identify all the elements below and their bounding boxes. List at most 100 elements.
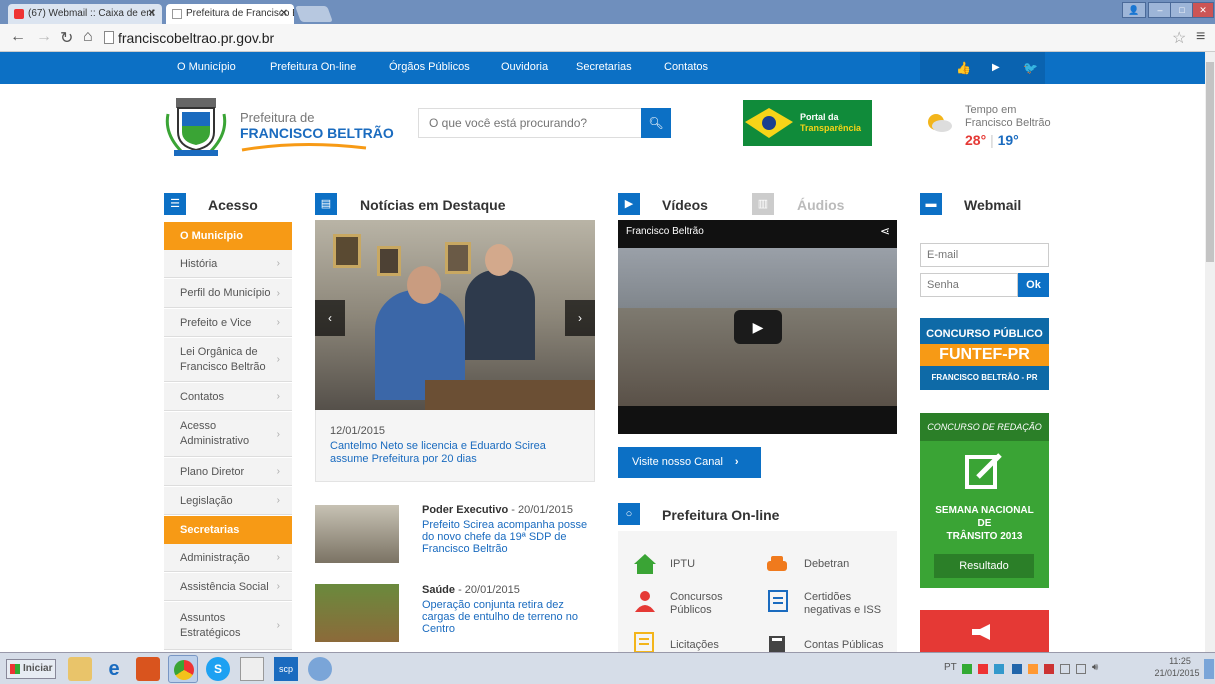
- chrome-taskbar-button[interactable]: [168, 655, 198, 683]
- close-tab-icon[interactable]: ✕: [280, 4, 288, 24]
- nav-o-municipio[interactable]: O Município: [177, 61, 236, 73]
- mail-favicon-icon: [14, 9, 24, 19]
- menu-item[interactable]: Lei Orgânica de Francisco Beltrão ›: [164, 338, 292, 382]
- featured-headline-link[interactable]: Cantelmo Neto se licencia e Eduardo Scir…: [330, 440, 570, 466]
- close-window-button[interactable]: ✕: [1192, 2, 1214, 18]
- nav-prefeitura-online[interactable]: Prefeitura On-line: [270, 61, 356, 73]
- back-icon[interactable]: ←: [10, 28, 26, 46]
- menu-item[interactable]: Perfil do Município ›: [164, 279, 292, 308]
- notes-icon[interactable]: [634, 632, 656, 654]
- start-button[interactable]: Iniciar: [6, 659, 56, 679]
- browser-tab-prefeitura[interactable]: Prefeitura de Francisco Beltr ✕: [166, 4, 294, 24]
- nav-ouvidoria[interactable]: Ouvidoria: [501, 61, 548, 73]
- email-field[interactable]: [920, 243, 1049, 267]
- app-icon[interactable]: [308, 657, 332, 681]
- new-tab-button[interactable]: [295, 6, 333, 22]
- audio-icon: ▥: [752, 193, 774, 215]
- clock-time[interactable]: 11:25: [1160, 656, 1200, 666]
- service-certidoes[interactable]: Certidões negativas e ISS: [804, 591, 884, 617]
- video-play-button[interactable]: ▶: [734, 310, 782, 344]
- news-thumbnail[interactable]: [315, 584, 399, 642]
- home-icon[interactable]: [634, 553, 656, 575]
- clock-date[interactable]: 21/01/2015: [1153, 668, 1201, 678]
- twitter-icon[interactable]: 🐦: [1023, 61, 1038, 75]
- menu-item[interactable]: Administração ›: [164, 544, 292, 572]
- scrollbar-thumb[interactable]: [1206, 62, 1214, 262]
- scp-app-icon[interactable]: scp: [274, 657, 298, 681]
- menu-item[interactable]: Plano Diretor ›: [164, 458, 292, 486]
- search-icon: 🔍︎: [648, 116, 664, 130]
- news-item-link[interactable]: Prefeito Scirea acompanha posse do novo …: [422, 519, 592, 555]
- service-debetran[interactable]: Debetran: [804, 558, 849, 571]
- service-licitacoes[interactable]: Licitações: [670, 639, 719, 652]
- maximize-button[interactable]: □: [1170, 2, 1194, 18]
- menu-item[interactable]: Assistência Social ›: [164, 573, 292, 601]
- chevron-right-icon: ›: [276, 581, 280, 592]
- reload-icon[interactable]: ↻: [60, 28, 73, 48]
- service-contas[interactable]: Contas Públicas: [804, 639, 884, 652]
- page-scrollbar[interactable]: [1205, 52, 1215, 652]
- internet-explorer-icon[interactable]: e: [102, 657, 126, 681]
- minimize-button[interactable]: –: [1148, 2, 1172, 18]
- service-concursos[interactable]: Concursos Públicos: [670, 591, 740, 617]
- chevron-right-icon: ›: [276, 552, 280, 563]
- visit-channel-button[interactable]: Visite nosso Canal ›: [618, 447, 761, 478]
- news-item-link[interactable]: Operação conjunta retira dez cargas de e…: [422, 599, 592, 635]
- menu-item[interactable]: Contatos ›: [164, 383, 292, 411]
- acesso-title: Acesso: [208, 197, 258, 213]
- volume-icon: 🔊︎: [1092, 662, 1099, 673]
- videos-tab[interactable]: Vídeos: [662, 197, 708, 213]
- home-icon[interactable]: ⌂: [83, 28, 93, 46]
- password-field[interactable]: [920, 273, 1018, 297]
- menu-section-municipio[interactable]: O Município: [164, 222, 292, 250]
- nav-orgaos-publicos[interactable]: Órgãos Públicos: [389, 61, 470, 73]
- calculator-app-icon[interactable]: [240, 657, 264, 681]
- windows-logo-icon: [10, 664, 20, 674]
- red-banner[interactable]: [920, 610, 1049, 652]
- carousel-prev-button[interactable]: ‹: [315, 300, 345, 336]
- service-iptu[interactable]: IPTU: [670, 558, 695, 571]
- portal-transparencia-banner[interactable]: Portal da Transparência: [743, 100, 872, 146]
- menu-item[interactable]: Acesso Administrativo ›: [164, 412, 292, 457]
- menu-item[interactable]: Assuntos Estratégicos ›: [164, 602, 292, 650]
- featured-news-photo[interactable]: [315, 220, 595, 410]
- search-button[interactable]: 🔍︎: [641, 108, 671, 138]
- office-icon[interactable]: [136, 657, 160, 681]
- show-desktop-button[interactable]: [1204, 659, 1214, 679]
- menu-section-secretarias[interactable]: Secretarias: [164, 516, 292, 544]
- webmail-ok-button[interactable]: Ok: [1018, 273, 1049, 297]
- coat-of-arms-logo[interactable]: [164, 96, 234, 160]
- car-icon[interactable]: [766, 553, 788, 575]
- folder-icon[interactable]: [68, 657, 92, 681]
- play-icon[interactable]: ▶: [992, 62, 1000, 73]
- document-icon[interactable]: [768, 590, 790, 612]
- close-tab-icon[interactable]: ✕: [148, 4, 156, 24]
- menu-item[interactable]: Legislação ›: [164, 487, 292, 515]
- language-indicator[interactable]: PT: [944, 662, 957, 673]
- news-thumbnail[interactable]: [315, 505, 399, 563]
- menu-item[interactable]: Prefeito e Vice ›: [164, 309, 292, 337]
- news-title: Notícias em Destaque: [360, 197, 506, 213]
- concurso-publico-banner[interactable]: CONCURSO PÚBLICO FUNTEF-PR FRANCISCO BEL…: [920, 318, 1049, 390]
- system-tray-icons[interactable]: 🔊︎: [962, 662, 1132, 676]
- url-field[interactable]: franciscobeltrao.pr.gov.br: [118, 30, 274, 46]
- concurso-redacao-banner[interactable]: CONCURSO DE REDAÇÃO SEMANA NACIONAL DE T…: [920, 413, 1049, 588]
- nav-secretarias[interactable]: Secretarias: [576, 61, 632, 73]
- like-icon[interactable]: 👍: [956, 61, 971, 75]
- audios-tab[interactable]: Áudios: [797, 197, 844, 213]
- forward-icon[interactable]: →: [36, 28, 52, 46]
- bookmark-star-icon[interactable]: ☆: [1172, 28, 1186, 48]
- search-input[interactable]: [418, 108, 642, 138]
- nav-contatos[interactable]: Contatos: [664, 61, 708, 73]
- user-icon[interactable]: 👤: [1122, 2, 1146, 18]
- menu-item[interactable]: História ›: [164, 250, 292, 278]
- share-icon[interactable]: ⋖: [880, 224, 890, 238]
- chevron-right-icon: ›: [276, 495, 280, 506]
- carousel-next-button[interactable]: ›: [565, 300, 595, 336]
- video-player[interactable]: Francisco Beltrão ⋖ ▶: [618, 220, 897, 434]
- skype-icon[interactable]: S: [206, 657, 230, 681]
- menu-icon[interactable]: ≡: [1196, 28, 1205, 46]
- resultado-button[interactable]: Resultado: [934, 554, 1034, 578]
- person-icon[interactable]: [634, 590, 656, 612]
- browser-tab-webmail[interactable]: (67) Webmail :: Caixa de ent ✕: [8, 4, 162, 24]
